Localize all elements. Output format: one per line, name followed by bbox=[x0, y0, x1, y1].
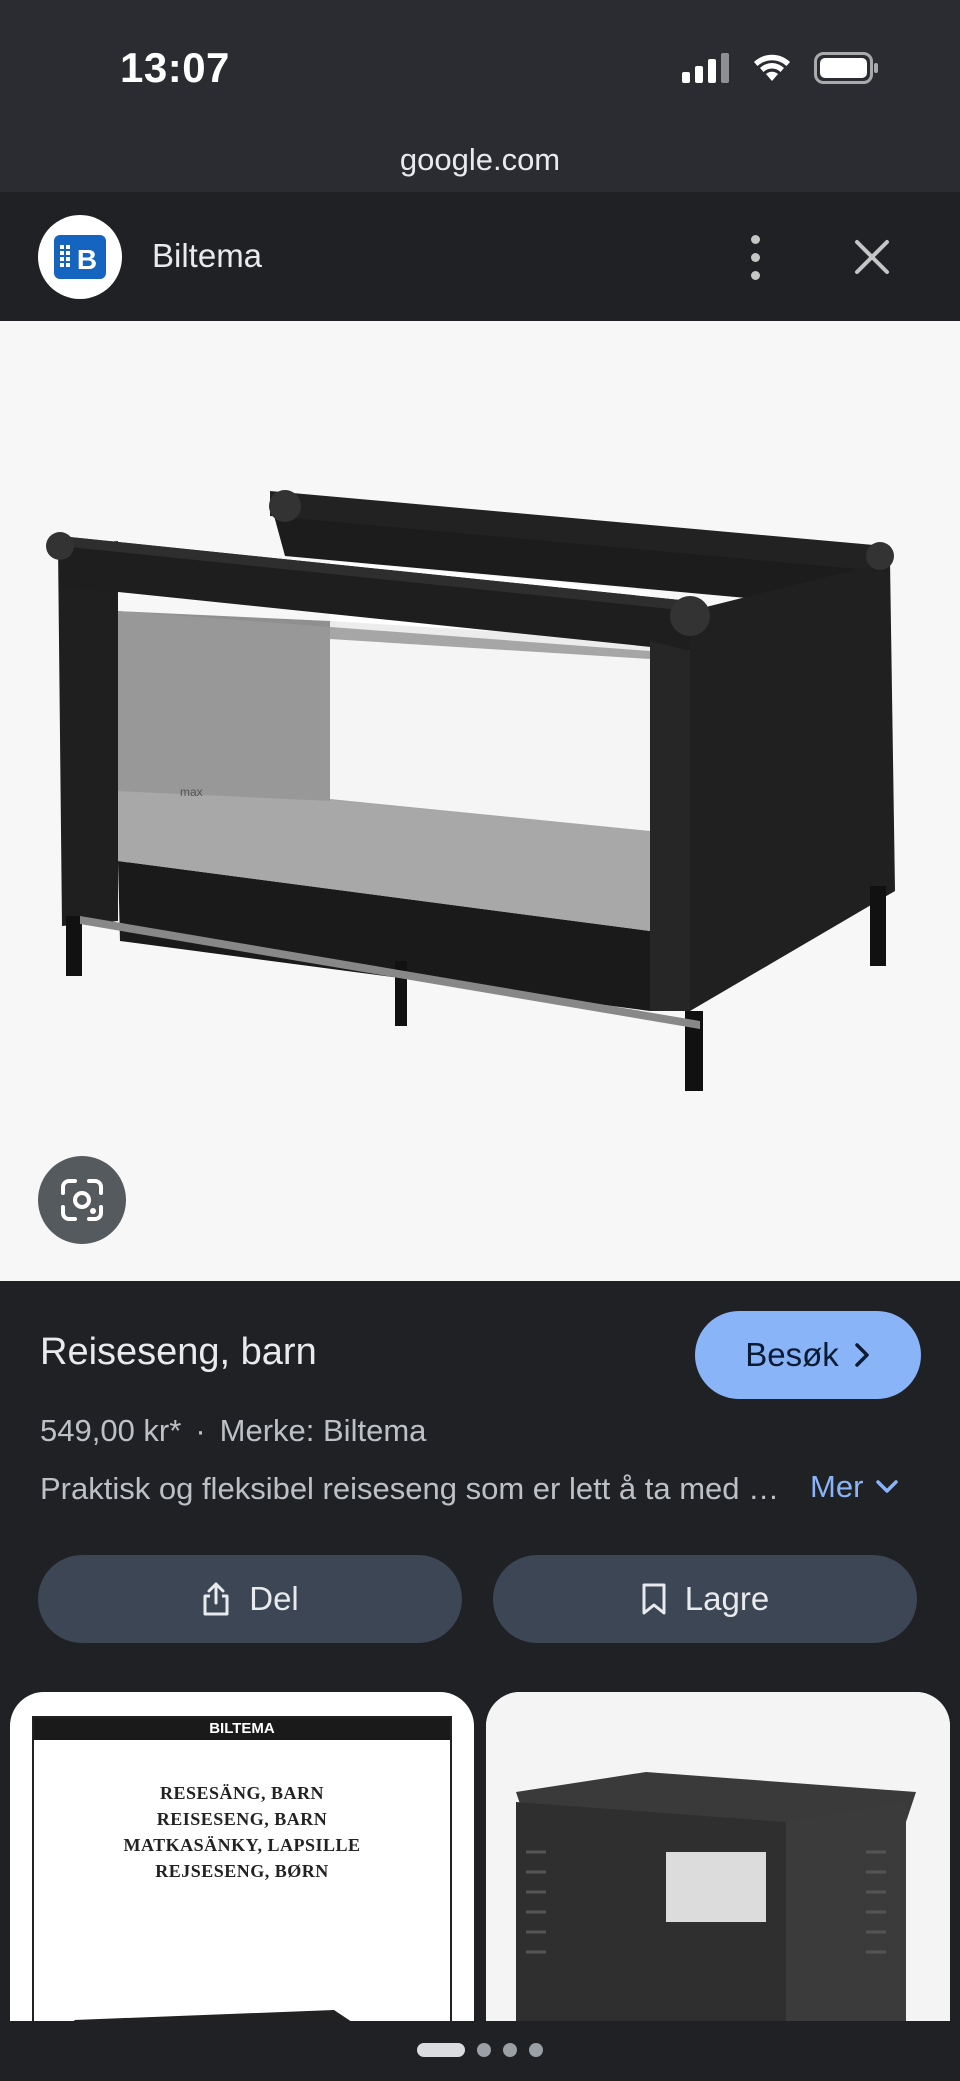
product-title: Reiseseng, barn bbox=[40, 1331, 317, 1373]
svg-text:max: max bbox=[180, 785, 203, 799]
meta-separator: · bbox=[195, 1413, 206, 1448]
manual-line: REISESENG, BARN bbox=[156, 1809, 328, 1829]
share-button[interactable]: Del bbox=[38, 1555, 462, 1643]
pager-dot-active[interactable] bbox=[417, 2043, 465, 2057]
travel-cot-image: max bbox=[46, 490, 895, 1091]
pager-dots bbox=[0, 2043, 960, 2057]
wifi-icon bbox=[754, 54, 790, 81]
status-bar: 13:07 bbox=[0, 0, 960, 140]
product-description: Praktisk og fleksibel reiseseng som er l… bbox=[40, 1471, 780, 1506]
product-image-area[interactable]: max bbox=[0, 321, 960, 1281]
bottom-bar bbox=[0, 2021, 960, 2081]
url-bar[interactable]: google.com bbox=[0, 140, 960, 192]
manual-header: BILTEMA bbox=[34, 1718, 450, 1740]
visit-label: Besøk bbox=[745, 1336, 839, 1373]
status-time: 13:07 bbox=[120, 44, 230, 91]
logo-letter: B bbox=[77, 244, 97, 275]
biltema-logo-icon: B bbox=[54, 235, 106, 279]
related-card-image[interactable] bbox=[486, 1692, 950, 2032]
save-button[interactable]: Lagre bbox=[493, 1555, 917, 1643]
manual-line: REJSESENG, BØRN bbox=[155, 1861, 329, 1881]
google-lens-icon bbox=[61, 1179, 103, 1221]
visit-button[interactable]: Besøk bbox=[695, 1311, 921, 1399]
status-icons bbox=[682, 52, 880, 84]
more-button[interactable]: Mer bbox=[810, 1469, 899, 1505]
url-text: google.com bbox=[399, 142, 561, 177]
site-name: Biltema bbox=[152, 237, 263, 274]
share-icon bbox=[203, 1582, 229, 1616]
share-label: Del bbox=[249, 1580, 299, 1617]
product-price: 549,00 kr* bbox=[40, 1413, 182, 1448]
manual-line: MATKASÄNKY, LAPSILLE bbox=[123, 1835, 361, 1855]
manual-line: RESESÄNG, BARN bbox=[159, 1783, 325, 1803]
biltema-logo[interactable]: B bbox=[38, 215, 122, 299]
pager-dot[interactable] bbox=[477, 2043, 491, 2057]
travel-cot-thumbnail bbox=[486, 1692, 950, 2032]
more-label: Mer bbox=[810, 1469, 864, 1504]
more-menu-button[interactable] bbox=[740, 227, 770, 287]
manual-document-preview: BILTEMA RESESÄNG, BARN REISESENG, BARN M… bbox=[32, 1716, 452, 2032]
battery-icon bbox=[814, 52, 878, 84]
save-label: Lagre bbox=[684, 1580, 770, 1617]
site-header: B Biltema bbox=[0, 193, 960, 321]
product-brand: Merke: Biltema bbox=[219, 1413, 427, 1448]
cellular-signal-icon bbox=[682, 53, 729, 83]
chevron-right-icon bbox=[855, 1343, 869, 1367]
chevron-down-icon bbox=[876, 1480, 899, 1493]
related-card-manual[interactable]: BILTEMA RESESÄNG, BARN REISESENG, BARN M… bbox=[10, 1692, 474, 2032]
pager-dot[interactable] bbox=[529, 2043, 543, 2057]
close-icon[interactable] bbox=[852, 237, 892, 277]
manual-title-lines: RESESÄNG, BARN REISESENG, BARN MATKASÄNK… bbox=[34, 1780, 450, 1884]
product-meta: 549,00 kr* · Merke: Biltema bbox=[40, 1413, 426, 1449]
pager-dot[interactable] bbox=[503, 2043, 517, 2057]
google-lens-button[interactable] bbox=[38, 1156, 126, 1244]
bookmark-icon bbox=[642, 1583, 666, 1615]
more-vertical-icon bbox=[750, 234, 760, 244]
